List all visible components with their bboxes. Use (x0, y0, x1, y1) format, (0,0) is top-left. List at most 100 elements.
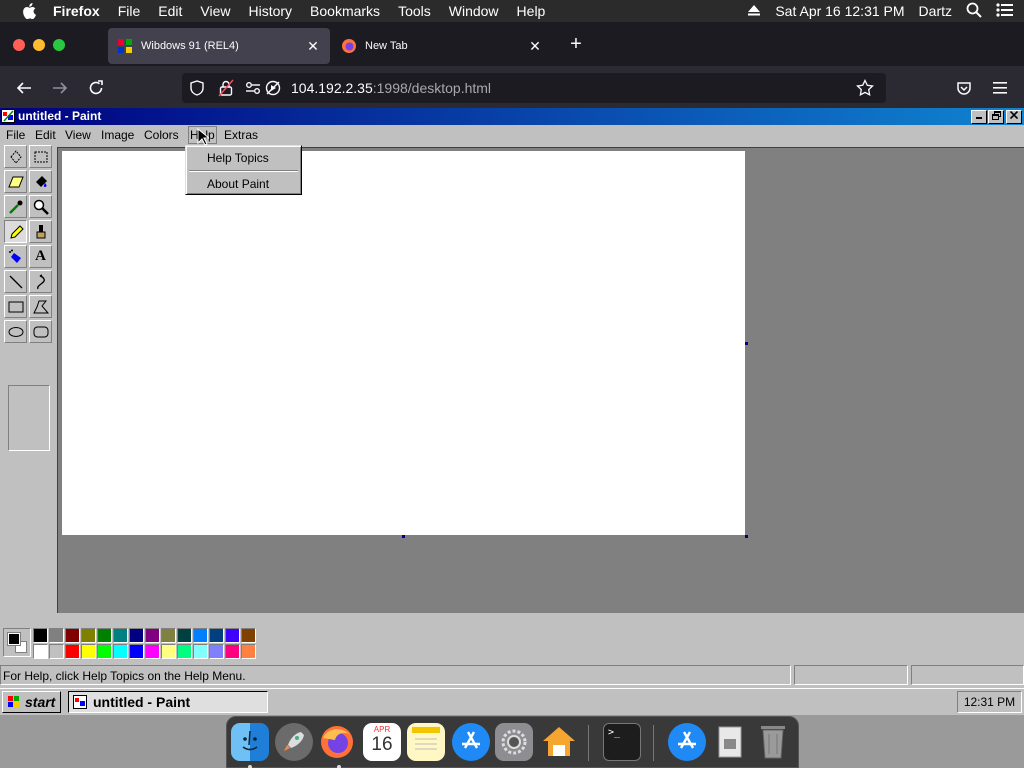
menu-view[interactable]: View (200, 3, 230, 19)
tool-options-box[interactable] (8, 385, 50, 451)
palette-swatch[interactable] (81, 628, 96, 643)
fill-bucket-tool[interactable] (29, 170, 52, 193)
paint-app-icon[interactable] (1, 109, 15, 123)
palette-swatch[interactable] (129, 644, 144, 659)
system-preferences-icon[interactable] (495, 723, 533, 761)
close-button[interactable] (1006, 110, 1022, 124)
resize-handle-right[interactable] (745, 342, 748, 345)
finder-icon[interactable] (231, 723, 269, 761)
resize-handle-bottom[interactable] (402, 535, 405, 538)
tab-close-icon[interactable]: ✕ (306, 38, 320, 54)
palette-swatch[interactable] (193, 644, 208, 659)
polygon-tool[interactable] (29, 295, 52, 318)
autoplay-blocked-icon[interactable] (265, 80, 281, 101)
firefox-dock-icon[interactable] (318, 723, 356, 761)
eject-icon[interactable] (747, 3, 761, 19)
menu-item-help-topics[interactable]: Help Topics (207, 151, 269, 165)
notes-icon[interactable] (407, 723, 445, 761)
drawing-canvas[interactable] (62, 151, 745, 535)
menu-history[interactable]: History (248, 3, 292, 19)
minimize-window-button[interactable] (33, 39, 45, 51)
paint-menu-colors[interactable]: Colors (144, 128, 179, 142)
hamburger-menu-icon[interactable] (989, 77, 1011, 99)
start-button[interactable]: start (2, 691, 61, 713)
bookmark-star-icon[interactable] (856, 78, 874, 102)
menu-tools[interactable]: Tools (398, 3, 431, 19)
menu-window[interactable]: Window (449, 3, 499, 19)
terminal-icon[interactable]: >_ (603, 723, 641, 761)
palette-swatch[interactable] (193, 628, 208, 643)
tab-close-icon[interactable]: ✕ (528, 38, 542, 54)
home-icon[interactable] (540, 723, 578, 761)
tracking-shield-icon[interactable] (189, 80, 205, 101)
menubar-clock[interactable]: Sat Apr 16 12:31 PM (775, 3, 904, 19)
palette-swatch[interactable] (225, 628, 240, 643)
eraser-tool[interactable] (4, 170, 27, 193)
line-tool[interactable] (4, 270, 27, 293)
rect-select-tool[interactable] (29, 145, 52, 168)
palette-swatch[interactable] (49, 644, 64, 659)
taskbar-item-paint[interactable]: untitled - Paint (68, 691, 268, 713)
palette-swatch[interactable] (129, 628, 144, 643)
paint-menu-view[interactable]: View (65, 128, 91, 142)
palette-swatch[interactable] (113, 644, 128, 659)
menubar-user[interactable]: Dartz (919, 3, 952, 19)
menu-item-about-paint[interactable]: About Paint (207, 177, 269, 191)
palette-swatch[interactable] (65, 644, 80, 659)
menu-edit[interactable]: Edit (158, 3, 182, 19)
zoom-window-button[interactable] (53, 39, 65, 51)
app-store-icon[interactable] (452, 723, 490, 761)
tab-new-tab[interactable]: New Tab ✕ (334, 28, 552, 64)
palette-swatch[interactable] (241, 644, 256, 659)
resize-handle-corner[interactable] (745, 535, 748, 538)
rounded-rectangle-tool[interactable] (29, 320, 52, 343)
airbrush-tool[interactable] (4, 245, 27, 268)
ellipse-tool[interactable] (4, 320, 27, 343)
palette-swatch[interactable] (97, 628, 112, 643)
trash-icon[interactable] (754, 723, 792, 761)
pocket-icon[interactable] (953, 77, 975, 99)
reload-icon[interactable] (85, 77, 107, 99)
paint-menu-extras[interactable]: Extras (224, 128, 258, 142)
palette-swatch[interactable] (49, 628, 64, 643)
forward-arrow-icon[interactable] (49, 77, 71, 99)
system-tray-clock[interactable]: 12:31 PM (957, 691, 1022, 713)
restore-button[interactable] (988, 110, 1004, 124)
url-text[interactable]: 104.192.2.35:1998/desktop.html (291, 80, 491, 96)
permissions-icon[interactable] (245, 80, 261, 101)
paint-menu-file[interactable]: File (6, 128, 25, 142)
brush-tool[interactable] (29, 220, 52, 243)
palette-swatch[interactable] (33, 644, 48, 659)
palette-swatch[interactable] (65, 628, 80, 643)
text-tool[interactable]: A (29, 245, 52, 268)
palette-swatch[interactable] (177, 644, 192, 659)
menu-bookmarks[interactable]: Bookmarks (310, 3, 380, 19)
magnifier-tool[interactable] (29, 195, 52, 218)
apple-icon[interactable] (19, 1, 39, 21)
document-stack-icon[interactable] (711, 723, 749, 761)
paint-menu-image[interactable]: Image (101, 128, 134, 142)
app-store-download-icon[interactable] (668, 723, 706, 761)
palette-swatch[interactable] (145, 628, 160, 643)
control-center-icon[interactable] (996, 2, 1014, 20)
launchpad-icon[interactable] (275, 723, 313, 761)
back-arrow-icon[interactable] (13, 77, 35, 99)
palette-swatch[interactable] (145, 644, 160, 659)
rectangle-tool[interactable] (4, 295, 27, 318)
curve-tool[interactable] (29, 270, 52, 293)
free-select-tool[interactable] (4, 145, 27, 168)
palette-swatch[interactable] (81, 644, 96, 659)
url-bar[interactable]: 104.192.2.35:1998/desktop.html (182, 73, 886, 103)
palette-swatch[interactable] (161, 628, 176, 643)
menu-app-name[interactable]: Firefox (53, 3, 100, 19)
palette-swatch[interactable] (225, 644, 240, 659)
palette-swatch[interactable] (241, 628, 256, 643)
palette-swatch[interactable] (97, 644, 112, 659)
foreground-color-swatch[interactable] (7, 632, 21, 646)
palette-swatch[interactable] (209, 644, 224, 659)
color-picker-tool[interactable] (4, 195, 27, 218)
palette-swatch[interactable] (177, 628, 192, 643)
new-tab-plus-icon[interactable]: + (566, 34, 586, 55)
palette-swatch[interactable] (209, 628, 224, 643)
lock-insecure-icon[interactable] (218, 79, 234, 102)
